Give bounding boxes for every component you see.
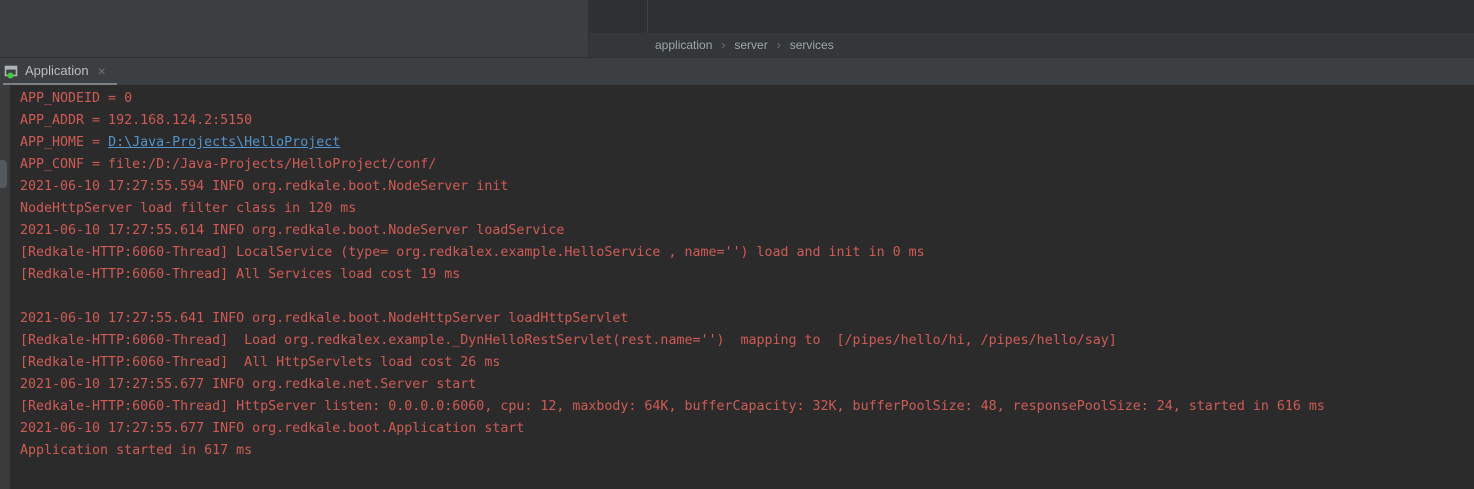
close-icon[interactable]: × xyxy=(98,64,106,78)
gutter-scrollbar-thumb[interactable] xyxy=(0,160,7,188)
console-line: [Redkale-HTTP:6060-Thread] HttpServer li… xyxy=(20,396,1325,418)
console-line: APP_HOME = D:\Java-Projects\HelloProject xyxy=(20,132,1325,154)
running-indicator-dot xyxy=(8,72,14,78)
console-text: NodeHttpServer load filter class in 120 … xyxy=(20,201,356,216)
console-line: [Redkale-HTTP:6060-Thread] LocalService … xyxy=(20,242,1325,264)
console-line: 2021-06-10 17:27:55.594 INFO org.redkale… xyxy=(20,176,1325,198)
console-text: 2021-06-10 17:27:55.677 INFO org.redkale… xyxy=(20,377,476,392)
console-line: 2021-06-10 17:27:55.677 INFO org.redkale… xyxy=(20,418,1325,440)
console-line: APP_CONF = file:/D:/Java-Projects/HelloP… xyxy=(20,154,1325,176)
console-line: APP_NODEID = 0 xyxy=(20,88,1325,110)
console-line: [Redkale-HTTP:6060-Thread] All HttpServl… xyxy=(20,352,1325,374)
tab-application[interactable]: Application × xyxy=(0,58,114,83)
top-right-strip xyxy=(589,0,1474,33)
console-text: 2021-06-10 17:27:55.614 INFO org.redkale… xyxy=(20,223,564,238)
console-line: NodeHttpServer load filter class in 120 … xyxy=(20,198,1325,220)
console-text: [Redkale-HTTP:6060-Thread] All Services … xyxy=(20,267,460,282)
breadcrumb-item-server[interactable]: server xyxy=(734,38,767,52)
console-text: 2021-06-10 17:27:55.641 INFO org.redkale… xyxy=(20,311,628,326)
console-line: [Redkale-HTTP:6060-Thread] Load org.redk… xyxy=(20,330,1325,352)
panel-divider xyxy=(647,0,648,33)
chevron-separator-icon: › xyxy=(777,38,781,52)
console-line: APP_ADDR = 192.168.124.2:5150 xyxy=(20,110,1325,132)
console-text: [Redkale-HTTP:6060-Thread] HttpServer li… xyxy=(20,399,1325,414)
console-gutter xyxy=(0,85,10,489)
console-panel[interactable]: APP_NODEID = 0 APP_ADDR = 192.168.124.2:5… xyxy=(0,85,1474,489)
console-text: [Redkale-HTTP:6060-Thread] All HttpServl… xyxy=(20,355,500,370)
console-line: 2021-06-10 17:27:55.677 INFO org.redkale… xyxy=(20,374,1325,396)
console-line xyxy=(20,286,1325,308)
console-line: 2021-06-10 17:27:55.614 INFO org.redkale… xyxy=(20,220,1325,242)
chevron-separator-icon: › xyxy=(721,38,725,52)
console-text: APP_HOME = xyxy=(20,135,108,150)
console-text: 2021-06-10 17:27:55.677 INFO org.redkale… xyxy=(20,421,524,436)
app-home-link[interactable]: D:\Java-Projects\HelloProject xyxy=(108,135,340,150)
console-text: APP_ADDR = 192.168.124.2:5150 xyxy=(20,113,252,128)
console-text: [Redkale-HTTP:6060-Thread] Load org.redk… xyxy=(20,333,1117,348)
breadcrumb-item-application[interactable]: application xyxy=(655,38,712,52)
editor-panel xyxy=(0,0,589,57)
console-output: APP_NODEID = 0 APP_ADDR = 192.168.124.2:5… xyxy=(20,88,1325,462)
console-line: Application started in 617 ms xyxy=(20,440,1325,462)
breadcrumb-item-services[interactable]: services xyxy=(790,38,834,52)
console-text xyxy=(20,289,28,304)
console-icon xyxy=(4,63,20,79)
run-tool-window-tabbar: Application × xyxy=(0,57,1474,85)
tab-application-label: Application xyxy=(25,63,89,78)
console-line: 2021-06-10 17:27:55.641 INFO org.redkale… xyxy=(20,308,1325,330)
console-text: 2021-06-10 17:27:55.594 INFO org.redkale… xyxy=(20,179,508,194)
console-line: [Redkale-HTTP:6060-Thread] All Services … xyxy=(20,264,1325,286)
breadcrumb: application › server › services xyxy=(589,33,1474,57)
console-text: APP_CONF = file:/D:/Java-Projects/HelloP… xyxy=(20,157,436,172)
console-text: APP_NODEID = 0 xyxy=(20,91,132,106)
console-text: [Redkale-HTTP:6060-Thread] LocalService … xyxy=(20,245,925,260)
console-text: Application started in 617 ms xyxy=(20,443,252,458)
